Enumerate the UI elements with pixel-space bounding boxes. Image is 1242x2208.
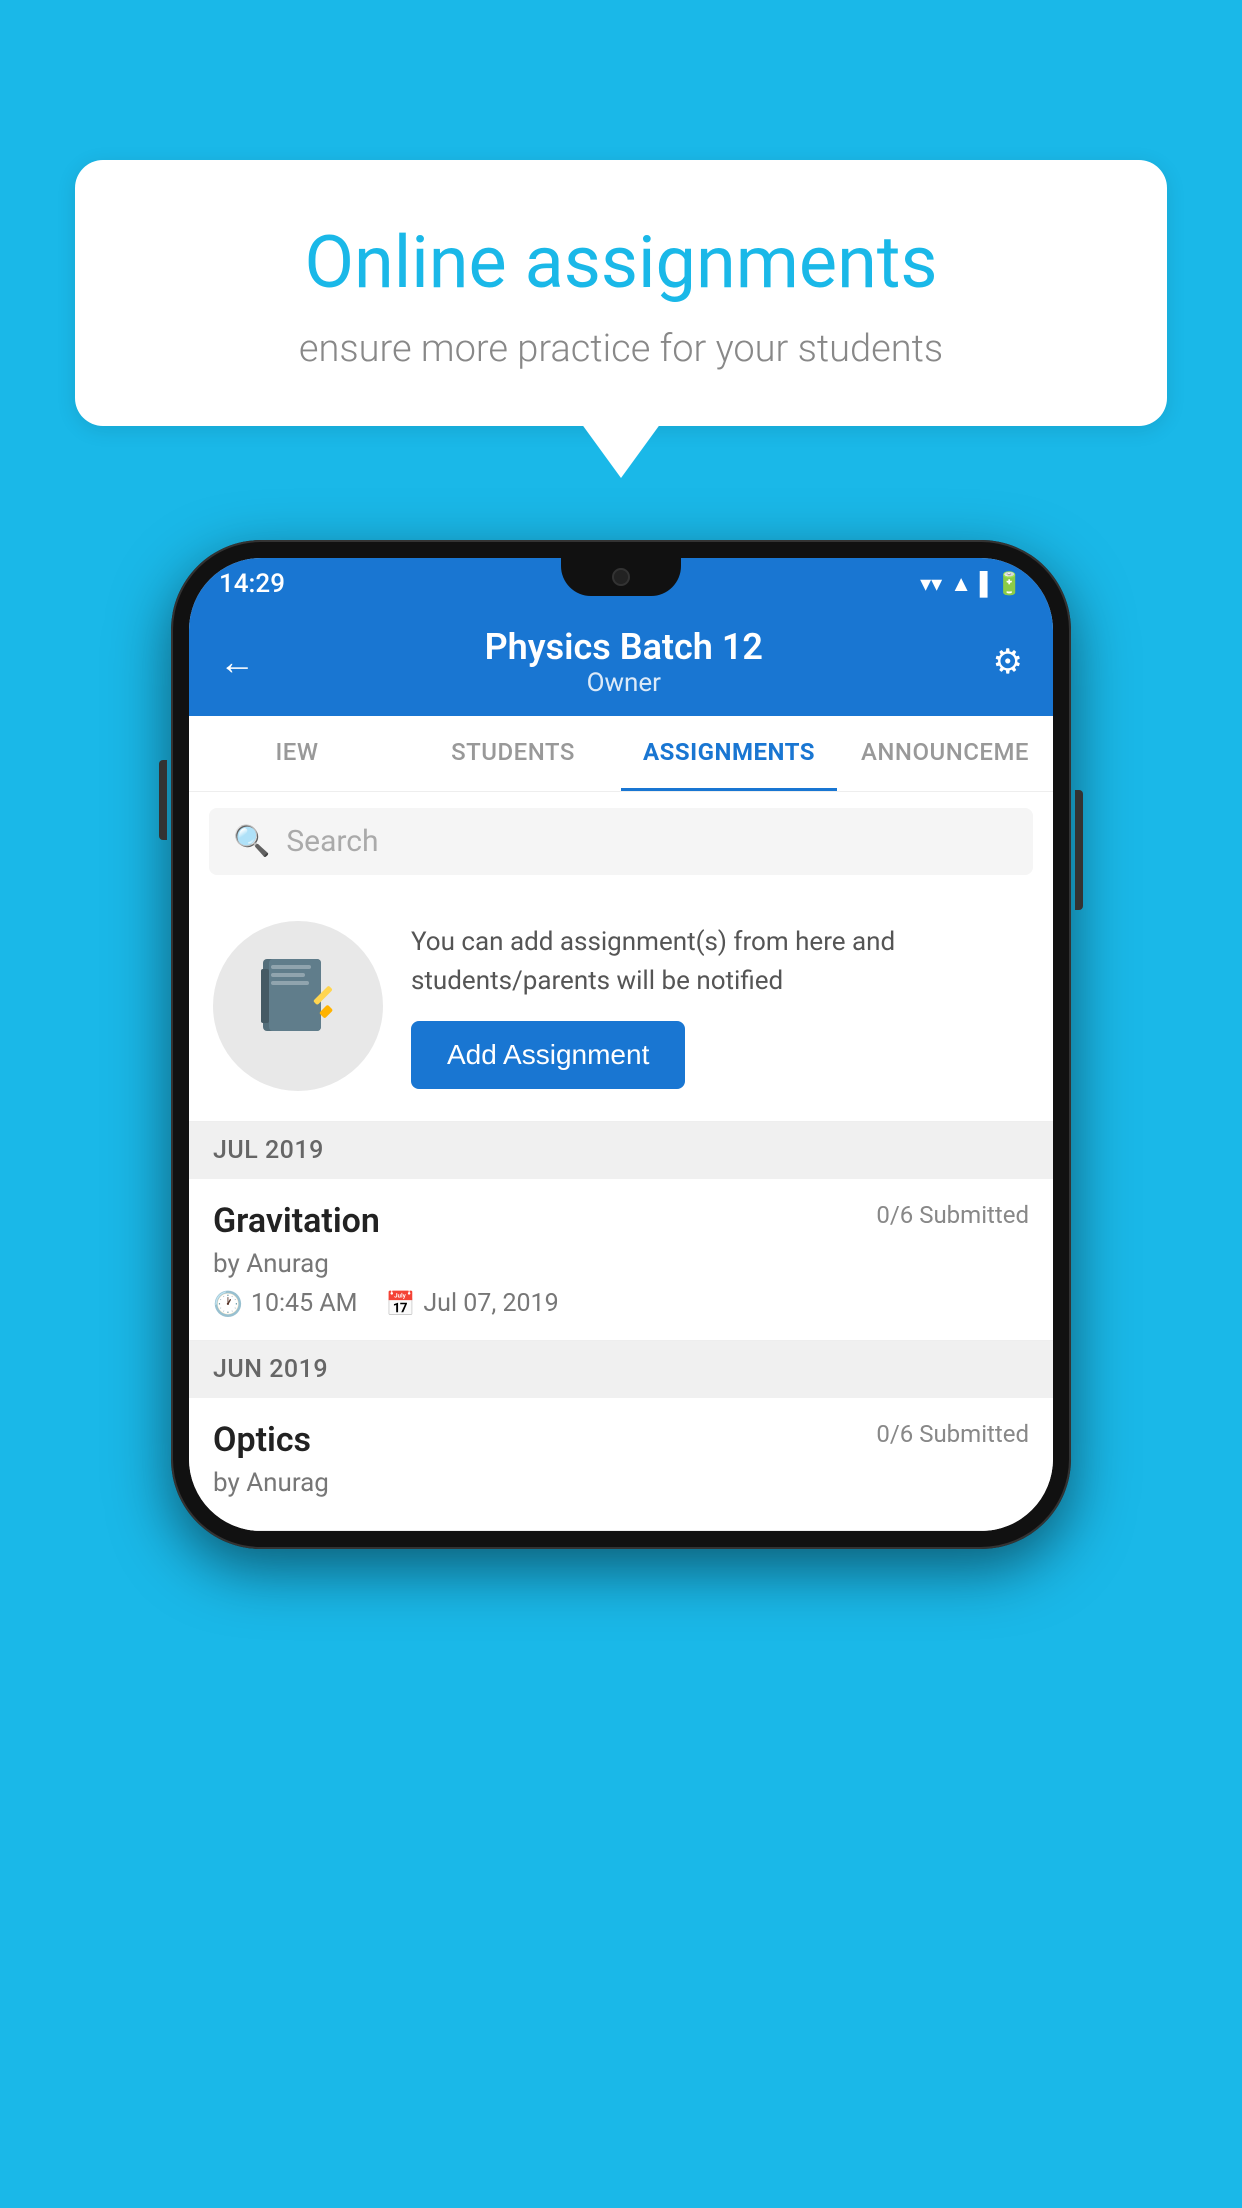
assignment-date: 📅 Jul 07, 2019 [385,1289,558,1318]
assignment-author: by Anurag [213,1249,1029,1279]
clock-icon: 🕐 [213,1290,243,1318]
search-input-wrap[interactable]: 🔍 Search [209,808,1033,875]
add-assignment-promo: You can add assignment(s) from here and … [189,891,1053,1122]
header-title: Physics Batch 12 [255,626,993,668]
search-placeholder: Search [286,824,378,859]
assignment-item-gravitation[interactable]: Gravitation 0/6 Submitted by Anurag 🕐 10… [189,1179,1053,1341]
tab-assignments[interactable]: ASSIGNMENTS [621,716,837,791]
add-assignment-button[interactable]: Add Assignment [411,1021,685,1089]
promo-text: You can add assignment(s) from here and … [411,923,1029,1001]
settings-button[interactable]: ⚙ [993,642,1023,682]
tab-iew[interactable]: IEW [189,716,405,791]
assignment-time: 🕐 10:45 AM [213,1289,357,1318]
power-button [1075,790,1083,910]
tab-students[interactable]: STUDENTS [405,716,621,791]
promo-icon-circle [213,921,383,1091]
section-header-jun: JUN 2019 [189,1341,1053,1398]
front-camera [612,568,630,586]
speech-bubble: Online assignments ensure more practice … [75,160,1167,426]
assignment-submitted: 0/6 Submitted [876,1201,1029,1229]
search-icon: 🔍 [233,824,270,859]
back-button[interactable]: ← [219,641,255,683]
phone-screen: 14:29 ▾▾ ▲▐ 🔋 ← Physics Batch 12 Owner ⚙… [189,558,1053,1531]
search-bar-container: 🔍 Search [189,792,1053,891]
status-icons: ▾▾ ▲▐ 🔋 [920,571,1023,597]
assignment-name-optics: Optics [213,1420,311,1460]
phone-outer: 14:29 ▾▾ ▲▐ 🔋 ← Physics Batch 12 Owner ⚙… [171,540,1071,1549]
tab-announcements[interactable]: ANNOUNCEME [837,716,1053,791]
speech-bubble-container: Online assignments ensure more practice … [75,160,1167,426]
speech-bubble-subtitle: ensure more practice for your students [145,327,1097,371]
header-subtitle: Owner [255,668,993,698]
time-value: 10:45 AM [251,1289,358,1318]
notch [561,558,681,596]
assignment-item-optics[interactable]: Optics 0/6 Submitted by Anurag [189,1398,1053,1531]
assignment-top-row: Gravitation 0/6 Submitted [213,1201,1029,1241]
date-value: Jul 07, 2019 [423,1289,558,1318]
assignment-author-optics: by Anurag [213,1468,1029,1498]
speech-bubble-title: Online assignments [145,220,1097,305]
header-center: Physics Batch 12 Owner [255,626,993,698]
assignment-meta: 🕐 10:45 AM 📅 Jul 07, 2019 [213,1289,1029,1318]
section-header-jul: JUL 2019 [189,1122,1053,1179]
wifi-icon: ▾▾ [920,572,942,597]
notebook-icon [253,951,343,1061]
assignment-top-row-optics: Optics 0/6 Submitted [213,1420,1029,1460]
status-time: 14:29 [219,569,285,599]
battery-icon: 🔋 [996,572,1023,597]
assignment-submitted-optics: 0/6 Submitted [876,1420,1029,1448]
volume-button [159,760,167,840]
promo-right: You can add assignment(s) from here and … [411,923,1029,1089]
signal-icon: ▲▐ [950,571,987,597]
app-header: ← Physics Batch 12 Owner ⚙ [189,610,1053,716]
assignment-name: Gravitation [213,1201,380,1241]
phone-device: 14:29 ▾▾ ▲▐ 🔋 ← Physics Batch 12 Owner ⚙… [171,540,1071,1549]
tab-bar: IEW STUDENTS ASSIGNMENTS ANNOUNCEME [189,716,1053,792]
calendar-icon: 📅 [385,1290,415,1318]
